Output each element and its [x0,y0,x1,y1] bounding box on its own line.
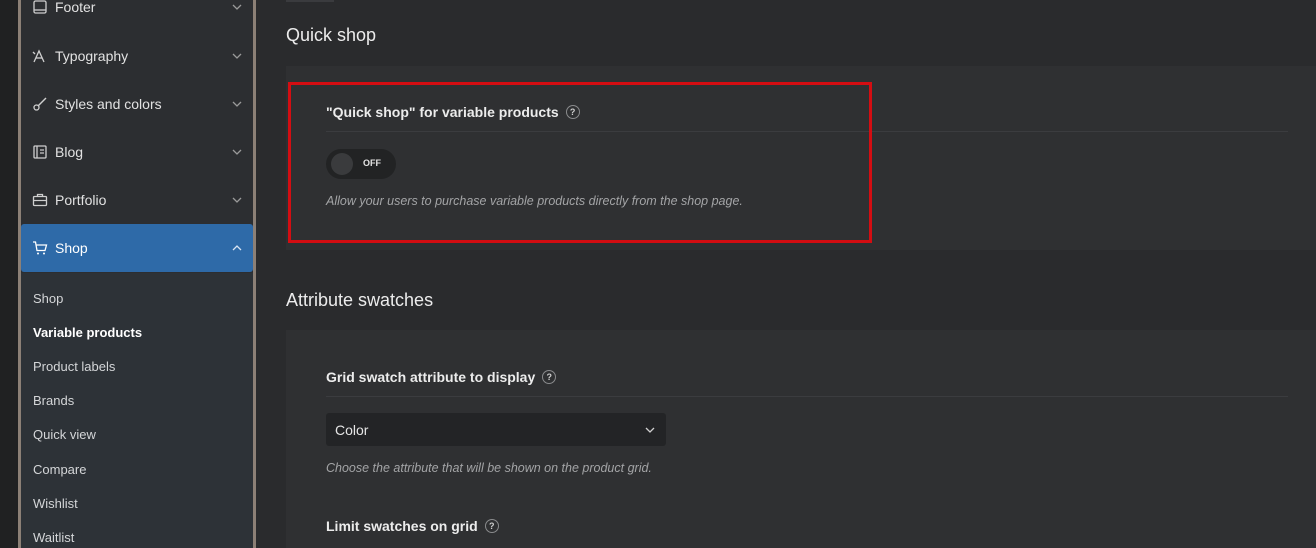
sidebar: Footer Typography Styles and colors Blog [21,0,253,548]
sidebar-item-label: Shop [55,240,88,256]
submenu-item-brands[interactable]: Brands [33,393,74,408]
chevron-down-icon [231,1,243,13]
grid-swatch-select[interactable]: Color [326,413,666,446]
sidebar-item-label: Blog [55,144,84,160]
briefcase-icon [32,192,48,208]
submenu-item-shop[interactable]: Shop [33,291,63,306]
limit-swatches-field-label: Limit swatches on grid ? [326,518,499,534]
blog-icon [32,144,48,160]
brush-icon [32,96,48,112]
settings-content: Quick shop "Quick shop" for variable pro… [256,0,1316,548]
sidebar-item-footer[interactable]: Footer [21,0,253,31]
footer-icon [32,0,48,15]
grid-swatch-description: Choose the attribute that will be shown … [326,461,652,475]
grid-swatch-field-label: Grid swatch attribute to display ? [326,369,557,385]
field-divider [326,396,1288,397]
chevron-down-icon [231,50,243,62]
cart-icon [32,240,48,256]
submenu-item-quick-view[interactable]: Quick view [33,427,96,442]
quick-shop-title: Quick shop [286,25,377,45]
help-icon[interactable]: ? [484,519,499,533]
chevron-down-icon [231,194,243,206]
sidebar-item-label: Portfolio [55,192,107,208]
sidebar-item-label: Footer [55,0,96,15]
sidebar-item-typography[interactable]: Typography [21,32,253,80]
sidebar-item-blog[interactable]: Blog [21,128,253,176]
limit-swatches-label-text: Limit swatches on grid [326,518,478,534]
submenu-item-variable-products[interactable]: Variable products [33,325,142,340]
chevron-down-icon [231,98,243,110]
submenu-item-waitlist[interactable]: Waitlist [33,530,74,545]
submenu-item-compare[interactable]: Compare [33,462,86,477]
sidebar-item-portfolio[interactable]: Portfolio [21,176,253,224]
sidebar-item-label: Typography [55,48,129,64]
sidebar-item-label: Styles and colors [55,96,162,112]
submenu-item-product-labels[interactable]: Product labels [33,359,115,374]
submenu-item-wishlist[interactable]: Wishlist [33,496,78,511]
highlight-box [288,82,872,243]
top-divider [286,0,334,2]
chevron-up-icon [231,242,243,254]
grid-swatch-label-text: Grid swatch attribute to display [326,369,536,385]
sidebar-item-styles-and-colors[interactable]: Styles and colors [21,80,253,128]
select-value: Color [335,422,369,438]
chevron-down-icon [231,146,243,158]
chevron-down-icon [644,424,656,436]
typography-icon [32,48,48,64]
sidebar-item-shop[interactable]: Shop [21,224,253,272]
help-icon[interactable]: ? [542,370,557,384]
shop-submenu: Shop Variable products Product labels Br… [21,273,253,548]
attribute-swatches-title: Attribute swatches [286,290,434,310]
